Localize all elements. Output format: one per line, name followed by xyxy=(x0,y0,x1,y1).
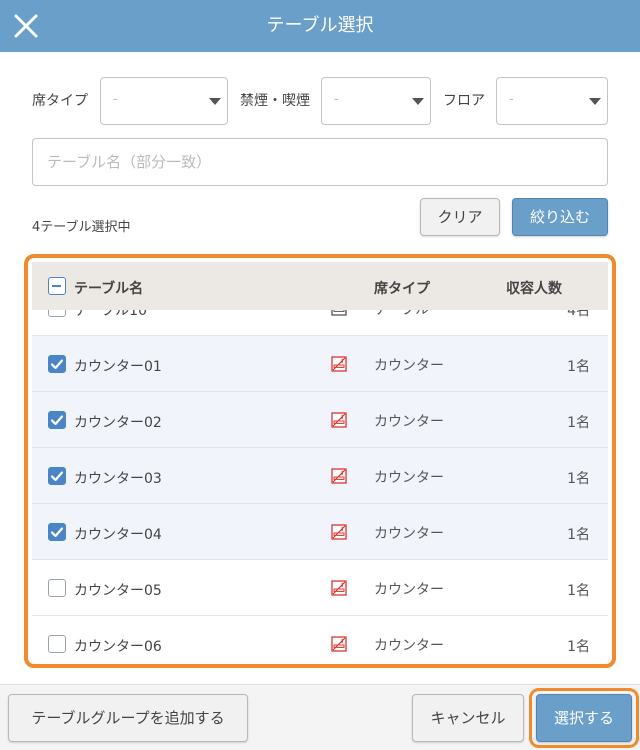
table-row[interactable]: テーブル10 テーブル 4名 xyxy=(32,310,608,336)
row-capacity: 1名 xyxy=(567,471,590,487)
row-checkbox[interactable] xyxy=(48,579,66,597)
check-icon xyxy=(50,471,64,482)
table-row[interactable]: カウンター02 カウンター 1名 xyxy=(32,392,608,448)
row-table-name: カウンター02 xyxy=(74,415,162,431)
table-row[interactable]: カウンター06 カウンター 1名 xyxy=(32,616,608,664)
table-row[interactable]: カウンター05 カウンター 1名 xyxy=(32,560,608,616)
smoking-icon xyxy=(330,523,348,541)
check-icon xyxy=(50,359,64,370)
row-table-name: カウンター06 xyxy=(74,639,162,655)
smoking-select[interactable]: - xyxy=(321,77,431,125)
row-capacity: 1名 xyxy=(567,415,590,431)
table-list-highlight: テーブル名 席タイプ 収容人数 テーブル10 テーブル 4名 カウンター01 カウンター… xyxy=(24,254,616,668)
row-checkbox[interactable] xyxy=(48,411,66,429)
non-smoking-icon xyxy=(330,310,348,317)
smoking-icon xyxy=(330,579,348,597)
select-button[interactable]: 選択する xyxy=(536,694,632,742)
selection-count: 4テーブル選択中 xyxy=(32,220,131,235)
row-seat-type: テーブル xyxy=(374,310,430,318)
row-seat-type: カウンター xyxy=(374,526,444,542)
row-capacity: 1名 xyxy=(567,527,590,543)
chevron-down-icon xyxy=(589,98,601,105)
row-capacity: 1名 xyxy=(567,639,590,655)
column-header-seat-type: 席タイプ xyxy=(374,281,430,297)
smoking-value: - xyxy=(334,92,339,107)
row-checkbox[interactable] xyxy=(48,310,66,317)
seat-type-label: 席タイプ xyxy=(32,93,88,109)
row-checkbox[interactable] xyxy=(48,355,66,373)
table-rows: テーブル10 テーブル 4名 カウンター01 カウンター 1名 カウンター02 カウンター 1名… xyxy=(32,310,608,664)
column-header-name: テーブル名 xyxy=(74,281,144,297)
row-capacity: 1名 xyxy=(567,359,590,375)
row-capacity: 1名 xyxy=(567,583,590,599)
row-checkbox[interactable] xyxy=(48,467,66,485)
row-capacity: 4名 xyxy=(567,310,590,319)
smoking-icon xyxy=(330,635,348,653)
table-row[interactable]: カウンター03 カウンター 1名 xyxy=(32,448,608,504)
row-seat-type: カウンター xyxy=(374,582,444,598)
clear-button[interactable]: クリア xyxy=(420,198,500,236)
row-table-name: カウンター03 xyxy=(74,471,162,487)
row-seat-type: カウンター xyxy=(374,358,444,374)
floor-select[interactable]: - xyxy=(496,77,608,125)
table-header: テーブル名 席タイプ 収容人数 xyxy=(32,262,608,310)
table-row[interactable]: カウンター01 カウンター 1名 xyxy=(32,336,608,392)
row-checkbox[interactable] xyxy=(48,523,66,541)
add-table-group-button[interactable]: テーブルグループを追加する xyxy=(8,694,248,742)
row-table-name: カウンター05 xyxy=(74,583,162,599)
smoking-label: 禁煙・喫煙 xyxy=(240,93,310,109)
row-seat-type: カウンター xyxy=(374,470,444,486)
table-row[interactable]: カウンター04 カウンター 1名 xyxy=(32,504,608,560)
seat-type-value: - xyxy=(113,92,118,107)
row-seat-type: カウンター xyxy=(374,638,444,654)
check-icon xyxy=(50,527,64,538)
row-table-name: テーブル10 xyxy=(74,310,147,319)
chevron-down-icon xyxy=(412,98,424,105)
column-header-capacity: 収容人数 xyxy=(506,281,562,297)
filter-button[interactable]: 絞り込む xyxy=(512,198,608,236)
chevron-down-icon xyxy=(209,98,221,105)
table-body[interactable]: テーブル10 テーブル 4名 カウンター01 カウンター 1名 カウンター02 カウンター 1名… xyxy=(32,310,608,664)
floor-label: フロア xyxy=(443,93,485,109)
smoking-icon xyxy=(330,411,348,429)
check-icon xyxy=(50,415,64,426)
row-table-name: カウンター04 xyxy=(74,527,162,543)
dialog-title: テーブル選択 xyxy=(266,15,374,36)
floor-value: - xyxy=(509,92,514,107)
dialog-header: テーブル選択 xyxy=(0,0,640,52)
smoking-icon xyxy=(330,355,348,373)
row-seat-type: カウンター xyxy=(374,414,444,430)
select-all-checkbox[interactable] xyxy=(48,277,66,295)
cancel-button[interactable]: キャンセル xyxy=(412,694,524,742)
seat-type-select[interactable]: - xyxy=(100,77,228,125)
row-checkbox[interactable] xyxy=(48,635,66,653)
table-name-search-input[interactable] xyxy=(32,138,608,186)
row-table-name: カウンター01 xyxy=(74,359,162,375)
smoking-icon xyxy=(330,467,348,485)
